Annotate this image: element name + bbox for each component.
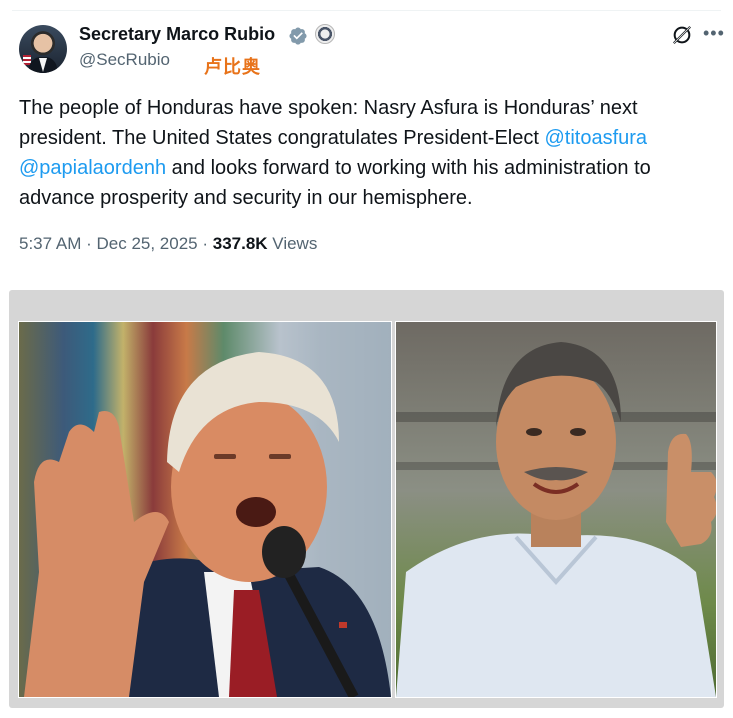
- top-divider: [12, 10, 721, 11]
- author-name[interactable]: Secretary Marco Rubio: [79, 24, 275, 45]
- photo-right[interactable]: [395, 321, 717, 698]
- state-department-seal-icon[interactable]: [315, 24, 335, 44]
- grok-icon[interactable]: [671, 24, 693, 46]
- verified-badge-icon[interactable]: [288, 26, 308, 46]
- views-count: 337.8K: [212, 234, 268, 253]
- meta-separator: ·: [81, 234, 97, 253]
- views-label: Views: [267, 234, 318, 253]
- annotation-label: 卢比奥: [204, 57, 261, 78]
- mention-papialaordenh[interactable]: @papialaordenh: [19, 157, 166, 179]
- author-handle[interactable]: @SecRubio: [79, 50, 170, 70]
- mention-titoasfura[interactable]: @titoasfura: [544, 127, 647, 149]
- tweet-time[interactable]: 5:37 AM: [19, 234, 81, 253]
- tweet-media[interactable]: [9, 290, 724, 708]
- avatar[interactable]: [19, 25, 67, 73]
- meta-separator: ·: [197, 234, 213, 253]
- photo-left-image: [19, 322, 391, 697]
- tweet-meta: 5:37 AM · Dec 25, 2025 · 337.8K Views: [19, 234, 317, 254]
- photo-left[interactable]: [18, 321, 392, 698]
- more-options-icon[interactable]: •••: [703, 23, 725, 44]
- photo-right-image: [396, 322, 716, 697]
- tweet-date[interactable]: Dec 25, 2025: [96, 234, 197, 253]
- tweet-text: The people of Honduras have spoken: Nasr…: [19, 93, 724, 213]
